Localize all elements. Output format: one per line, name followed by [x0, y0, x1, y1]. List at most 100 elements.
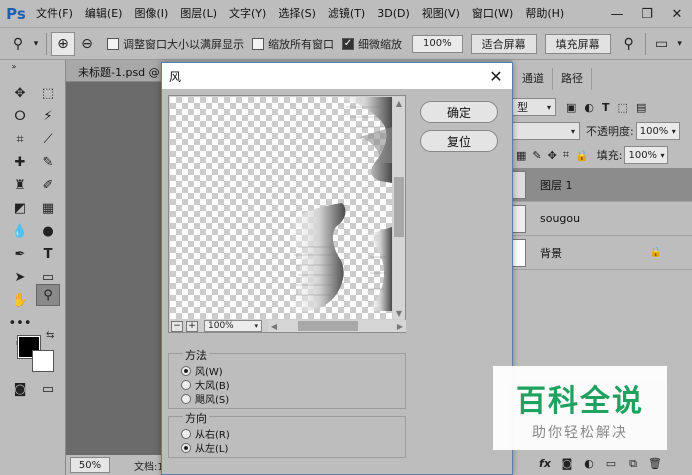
restore-icon[interactable]: ❐ — [632, 0, 662, 28]
crop-tool-icon[interactable]: ⌗ — [8, 128, 32, 150]
zoom-level-field[interactable]: 50% — [70, 457, 110, 473]
layer-kind-select[interactable]: 型 ▾ — [512, 98, 556, 116]
lock-artboard-icon[interactable]: ⌗ — [563, 148, 569, 162]
filter-pixel-icon[interactable]: ▣ — [566, 101, 576, 114]
new-layer-icon[interactable]: ⧉ — [622, 457, 644, 471]
hand-tool-icon[interactable]: ✋ — [8, 289, 32, 311]
eraser-tool-icon[interactable]: ◩ — [8, 197, 32, 219]
layer-row[interactable]: 图层 1 — [512, 168, 692, 202]
fit-screen-button[interactable]: 适合屏幕 — [470, 33, 537, 54]
delete-layer-icon[interactable]: 🗑 — [644, 457, 666, 470]
zoom-in-icon[interactable]: + — [186, 320, 198, 332]
menu-layer[interactable]: 图层(L) — [174, 0, 223, 28]
zoom-all-windows-checkbox[interactable]: 缩放所有窗口 — [252, 36, 334, 52]
filter-preview[interactable] — [170, 97, 392, 319]
scroll-right-icon[interactable]: ▶ — [394, 320, 406, 332]
brush-tool-icon[interactable]: ✎ — [36, 151, 60, 173]
scrubby-zoom-checkbox[interactable]: ✓ 细微缩放 — [342, 36, 402, 52]
new-group-icon[interactable]: ▭ — [600, 457, 622, 470]
workspace-icon[interactable]: ▭ — [650, 32, 674, 56]
clone-stamp-tool-icon[interactable]: ♜ — [8, 174, 32, 196]
method-stagger-radio[interactable]: 飓风(S) — [181, 391, 229, 406]
method-wind-radio[interactable]: 风(W) — [181, 363, 223, 378]
blur-tool-icon[interactable]: 💧 — [8, 220, 32, 242]
ok-button[interactable]: 确定 — [420, 101, 498, 123]
scroll-up-icon[interactable]: ▲ — [393, 97, 405, 109]
resize-windows-checkbox[interactable]: 调整窗口大小以满屏显示 — [107, 36, 244, 52]
method-blast-radio[interactable]: 大风(B) — [181, 377, 230, 392]
layer-style-icon[interactable]: fx — [534, 457, 556, 470]
lock-all-icon[interactable]: 🔒 — [575, 149, 589, 162]
minimize-icon[interactable]: — — [602, 0, 632, 28]
menu-view[interactable]: 视图(V) — [416, 0, 466, 28]
pen-tool-icon[interactable]: ✒ — [8, 243, 32, 265]
direction-right-radio[interactable]: 从右(R) — [181, 426, 230, 441]
preview-zoom-select[interactable]: 100% ▾ — [204, 320, 262, 332]
marquee-tool-icon[interactable]: ⬚ — [36, 82, 60, 104]
menu-window[interactable]: 窗口(W) — [466, 0, 519, 28]
tab-paths[interactable]: 路径 — [553, 68, 592, 90]
close-icon[interactable]: ✕ — [486, 66, 506, 86]
quick-mask-icon[interactable]: ◙ — [8, 378, 32, 400]
toolbox-collapse-icon[interactable]: » — [2, 60, 26, 72]
lasso-tool-icon[interactable]: ⵔ — [8, 105, 32, 127]
tab-channels[interactable]: 通道 — [514, 68, 553, 90]
zoom-tool-icon[interactable]: ⚲ — [36, 284, 60, 306]
menu-type[interactable]: 文字(Y) — [223, 0, 272, 28]
lock-transparency-icon[interactable]: ▦ — [516, 149, 526, 162]
blend-mode-select[interactable]: ▾ — [512, 122, 580, 140]
menu-3d[interactable]: 3D(D) — [371, 0, 416, 28]
path-selection-tool-icon[interactable]: ➤ — [8, 266, 32, 288]
gradient-tool-icon[interactable]: ▦ — [36, 197, 60, 219]
filter-adjustment-icon[interactable]: ◐ — [584, 101, 594, 114]
zoom-in-icon[interactable]: ⊕ — [51, 31, 75, 56]
lock-position-icon[interactable]: ✥ — [548, 149, 557, 162]
workspace-chevron-icon[interactable]: ▾ — [674, 32, 686, 56]
screen-mode-icon[interactable]: ▭ — [36, 378, 60, 400]
fill-screen-button[interactable]: 填充屏幕 — [544, 33, 611, 54]
zoom-tool-icon[interactable]: ⚲ — [6, 32, 30, 56]
menu-filter[interactable]: 滤镜(T) — [322, 0, 371, 28]
background-color-swatch[interactable] — [32, 350, 54, 372]
tool-preset-chevron-icon[interactable]: ▾ — [30, 32, 42, 56]
move-tool-icon[interactable]: ✥ — [8, 82, 32, 104]
adjustment-layer-icon[interactable]: ◐ — [578, 457, 600, 470]
filter-shape-icon[interactable]: ⬚ — [618, 101, 628, 114]
search-icon[interactable]: ⚲ — [617, 32, 641, 56]
dodge-tool-icon[interactable]: ● — [36, 220, 60, 242]
magic-wand-tool-icon[interactable]: ⚡ — [36, 105, 60, 127]
menu-edit[interactable]: 编辑(E) — [79, 0, 129, 28]
opacity-field[interactable]: 100% ▾ — [635, 122, 680, 140]
scroll-left-icon[interactable]: ◀ — [268, 320, 280, 332]
menu-select[interactable]: 选择(S) — [272, 0, 322, 28]
menu-image[interactable]: 图像(I) — [128, 0, 174, 28]
vertical-scroll-thumb[interactable] — [394, 177, 404, 237]
add-mask-icon[interactable]: ◙ — [556, 457, 578, 470]
zoom-percent-field[interactable]: 100% — [412, 34, 463, 53]
fill-field[interactable]: 100% ▾ — [624, 146, 669, 164]
filter-type-icon[interactable]: T — [602, 101, 610, 114]
layer-row[interactable]: 背景 🔒 — [512, 236, 692, 270]
healing-brush-tool-icon[interactable]: ✚ — [8, 151, 32, 173]
menu-file[interactable]: 文件(F) — [30, 0, 79, 28]
menu-help[interactable]: 帮助(H) — [519, 0, 570, 28]
dialog-titlebar[interactable]: 风 ✕ — [162, 63, 512, 89]
lock-image-icon[interactable]: ✎ — [532, 149, 541, 162]
zoom-out-icon[interactable]: − — [171, 320, 183, 332]
history-brush-tool-icon[interactable]: ✐ — [36, 174, 60, 196]
eyedropper-tool-icon[interactable]: ⟋ — [36, 128, 60, 150]
scroll-down-icon[interactable]: ▼ — [393, 307, 405, 319]
horizontal-scroll-thumb[interactable] — [298, 321, 358, 331]
type-tool-icon[interactable]: T — [36, 243, 60, 265]
reset-button[interactable]: 复位 — [420, 130, 498, 152]
close-window-icon[interactable]: ✕ — [662, 0, 692, 28]
filter-smart-object-icon[interactable]: ▤ — [636, 101, 646, 114]
preview-horizontal-scrollbar[interactable]: ◀ ▶ — [268, 320, 406, 332]
layer-row[interactable]: sougou — [512, 202, 692, 236]
direction-left-radio[interactable]: 从左(L) — [181, 440, 228, 455]
swap-colors-icon[interactable]: ⇆ — [46, 330, 54, 341]
lock-fill-row: ▦ ✎ ✥ ⌗ 🔒 填充: 100% ▾ — [512, 144, 692, 166]
preview-vertical-scrollbar[interactable]: ▲ ▼ — [393, 97, 405, 319]
more-tools-icon[interactable]: ••• — [8, 312, 32, 334]
zoom-out-icon[interactable]: ⊖ — [75, 32, 99, 56]
